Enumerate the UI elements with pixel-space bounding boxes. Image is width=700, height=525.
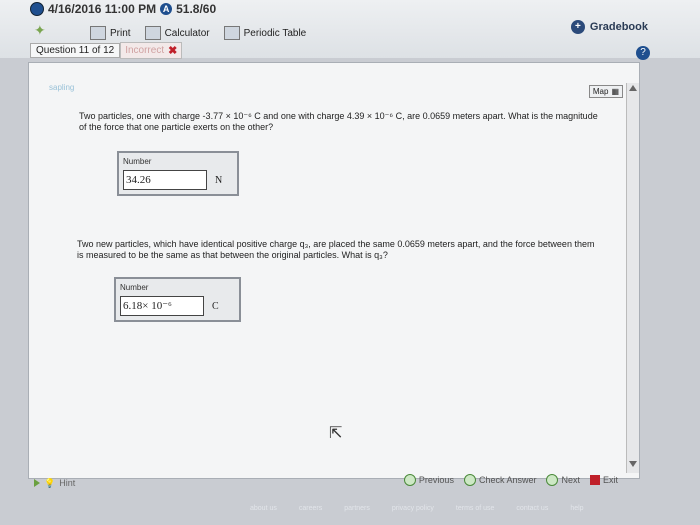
footer-link-about[interactable]: about us [250,505,277,512]
question-label: Question 11 of 12 [30,42,121,58]
calculator-icon [144,26,161,40]
status-row: 4/16/2016 11:00 PM A 51.8/60 [30,2,216,16]
periodic-table-button[interactable]: Periodic Table [223,26,306,40]
footer-link-contact[interactable]: contact us [516,505,548,512]
hint-button[interactable]: 💡 Hint [34,478,75,489]
bottom-bar: 💡 Hint Previous Check Answer Next Exit [28,474,638,492]
answer-box-2: Number 6.18× 10⁻⁶ C [114,277,241,322]
leaf-icon: ✦ [34,22,46,38]
answer-box-1: Number 34.26 N [117,151,239,196]
expand-arrow-icon [34,479,40,487]
footer-link-help[interactable]: help [570,505,583,512]
check-icon [463,474,476,486]
question-panel: sapling Map ▦ Two particles, one with ch… [28,62,640,479]
question-1-text: Two particles, one with charge -3.77 × 1… [79,111,598,132]
gradebook-link[interactable]: + Gradebook [570,20,648,34]
check-answer-button[interactable]: Check Answer [463,474,536,486]
scroll-down-icon[interactable] [629,461,637,467]
question-tab[interactable]: Question 11 of 12 Incorrect ✖ [30,41,183,59]
footer-link-partners[interactable]: partners [344,505,370,512]
sapling-logo: sapling [49,83,75,92]
footer-link-careers[interactable]: careers [299,505,322,512]
mouse-cursor-icon: ⇱ [329,425,343,442]
next-button[interactable]: Next [546,474,580,486]
exit-button[interactable]: Exit [589,475,618,485]
printer-icon [90,26,106,40]
help-icon[interactable]: ? [636,46,650,60]
score: 51.8/60 [176,2,217,16]
footer-link-terms[interactable]: terms of use [456,505,495,512]
footer-links: about us careers partners privacy policy… [250,505,584,512]
lightbulb-icon: 💡 [44,477,56,488]
previous-button[interactable]: Previous [403,474,454,486]
number-label: Number [120,283,149,292]
answer-input-1[interactable]: 34.26 [123,170,207,190]
scrollbar[interactable] [626,83,639,473]
gradebook-icon: + [570,20,585,34]
calculator-button[interactable]: Calculator [144,26,210,40]
scroll-up-icon[interactable] [629,85,637,91]
top-bar: 4/16/2016 11:00 PM A 51.8/60 ✦ Print Cal… [0,0,700,60]
unit-label-1: N [215,174,223,186]
map-button[interactable]: Map ▦ [588,85,623,98]
answer-input-2[interactable]: 6.18× 10⁻⁶ [120,296,204,316]
score-icon: A [160,3,173,15]
nav-buttons: Previous Check Answer Next Exit [403,474,618,486]
clock-icon [30,2,44,16]
question-2-text: Two new particles, which have identical … [77,239,595,260]
footer-link-privacy[interactable]: privacy policy [392,505,434,512]
periodic-table-icon [223,26,240,40]
next-icon [546,474,559,486]
unit-label-2: C [212,300,219,312]
datetime: 4/16/2016 11:00 PM [48,2,157,16]
number-label: Number [123,157,152,166]
status-badge: Incorrect ✖ [120,41,183,59]
incorrect-x-icon: ✖ [168,44,178,57]
previous-icon [403,474,416,486]
map-icon: ▦ [611,87,619,96]
print-button[interactable]: Print [90,26,131,40]
exit-icon [589,475,600,485]
toolbar: Print Calculator Periodic Table [90,26,306,40]
